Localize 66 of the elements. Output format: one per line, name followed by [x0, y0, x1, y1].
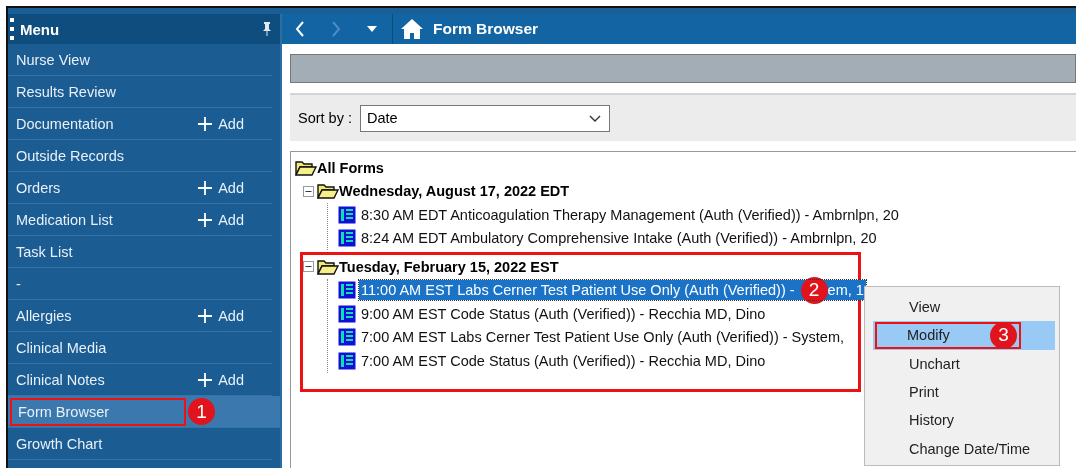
collapse-icon[interactable] [303, 185, 314, 197]
forward-icon [331, 21, 341, 37]
date-group[interactable]: Tuesday, February 15, 2022 EST [339, 258, 559, 275]
menu-item[interactable]: Results Review [8, 76, 272, 108]
menu-item[interactable]: Orders Add [8, 172, 272, 204]
form-icon [338, 229, 356, 248]
step-badge: 2 [800, 276, 828, 304]
menu-option[interactable]: Change Date/Time [865, 434, 1059, 463]
add-button[interactable]: Add [198, 211, 244, 228]
menu-item[interactable]: Clinical Media [8, 332, 272, 364]
highlight-box: Modify 3 [875, 321, 1021, 349]
plus-icon [198, 212, 213, 227]
menu-item[interactable]: - [8, 268, 272, 300]
menu-item[interactable]: Form Browser 1 [8, 396, 280, 428]
step-badge: 3 [990, 321, 1017, 349]
tree-root[interactable]: All Forms [317, 159, 384, 176]
menu-option[interactable]: Unchart [865, 349, 1059, 378]
form-entry[interactable]: 9:00 AM EST Code Status (Auth (Verified)) - Recchia MD, Dino [359, 303, 768, 324]
form-icon [338, 328, 356, 347]
add-button[interactable]: Add [198, 179, 244, 196]
plus-icon [198, 372, 213, 387]
pin-icon[interactable] [262, 22, 272, 36]
menu-option[interactable]: Print [865, 377, 1059, 407]
menu-item[interactable]: Growth Chart [8, 428, 272, 460]
collapse-icon[interactable] [303, 261, 314, 273]
menu-option[interactable]: Modify 3 [873, 321, 1055, 350]
step-badge: 1 [188, 398, 215, 425]
sort-dropdown[interactable]: Date [360, 104, 610, 132]
add-button[interactable]: Add [198, 371, 244, 388]
form-icon [338, 281, 356, 300]
back-icon [295, 21, 305, 37]
menu-item[interactable]: Allergies Add [8, 300, 272, 332]
caret-icon [367, 26, 377, 32]
add-button[interactable]: Add [198, 115, 244, 132]
form-entry[interactable]: 7:00 AM EST Labs Cerner Test Patient Use Only (Auth (Verified)) - System, [359, 327, 846, 348]
page-title: Form Browser [433, 20, 539, 38]
form-entry[interactable]: 8:24 AM EDT Ambulatory Comprehensive Intake (Auth (Verified)) - Ambrnlpn, 20 [359, 228, 879, 249]
home-icon[interactable] [401, 19, 423, 39]
plus-icon [198, 308, 213, 323]
menu-title: Menu [20, 20, 61, 38]
menu-item[interactable]: Task List [8, 236, 272, 268]
form-icon [338, 351, 356, 370]
plus-icon [198, 116, 213, 131]
form-text: 11:00 AM EST Labs Cerner Test Patient Use Only (Auth (Verified)) - [361, 282, 795, 299]
menu-item[interactable]: Documentation Add [8, 108, 272, 140]
menu-item[interactable]: Outside Records [8, 140, 272, 172]
form-entry[interactable]: 8:30 AM EDT Anticoagulation Therapy Management (Auth (Verified)) - Ambrnlpn, 20 [359, 204, 901, 225]
add-button[interactable]: Add [198, 307, 244, 324]
form-icon [338, 304, 356, 323]
highlight-box: Form Browser [10, 397, 186, 426]
menu-option[interactable]: History [865, 406, 1059, 435]
menu-option[interactable]: View [865, 293, 1059, 322]
form-entry[interactable]: 11:00 AM EST Labs Cerner Test Patient Use Only (Auth (Verified)) - 2 em, 1 [359, 280, 866, 301]
menu-item[interactable]: Medication List Add [8, 204, 272, 236]
chevron-down-icon [589, 114, 601, 122]
grip-icon[interactable] [10, 18, 14, 40]
date-group[interactable]: Wednesday, August 17, 2022 EDT [339, 183, 570, 200]
form-icon [338, 205, 356, 224]
folder-icon [317, 258, 339, 275]
form-entry[interactable]: 7:00 AM EST Code Status (Auth (Verified)) - Recchia MD, Dino [359, 350, 768, 371]
folder-icon [317, 183, 339, 200]
menu-item[interactable]: Nurse View [8, 44, 272, 76]
form-text: em, 1 [827, 282, 864, 299]
folder-icon [295, 159, 317, 176]
plus-icon [198, 180, 213, 195]
sort-label: Sort by : [298, 110, 352, 126]
